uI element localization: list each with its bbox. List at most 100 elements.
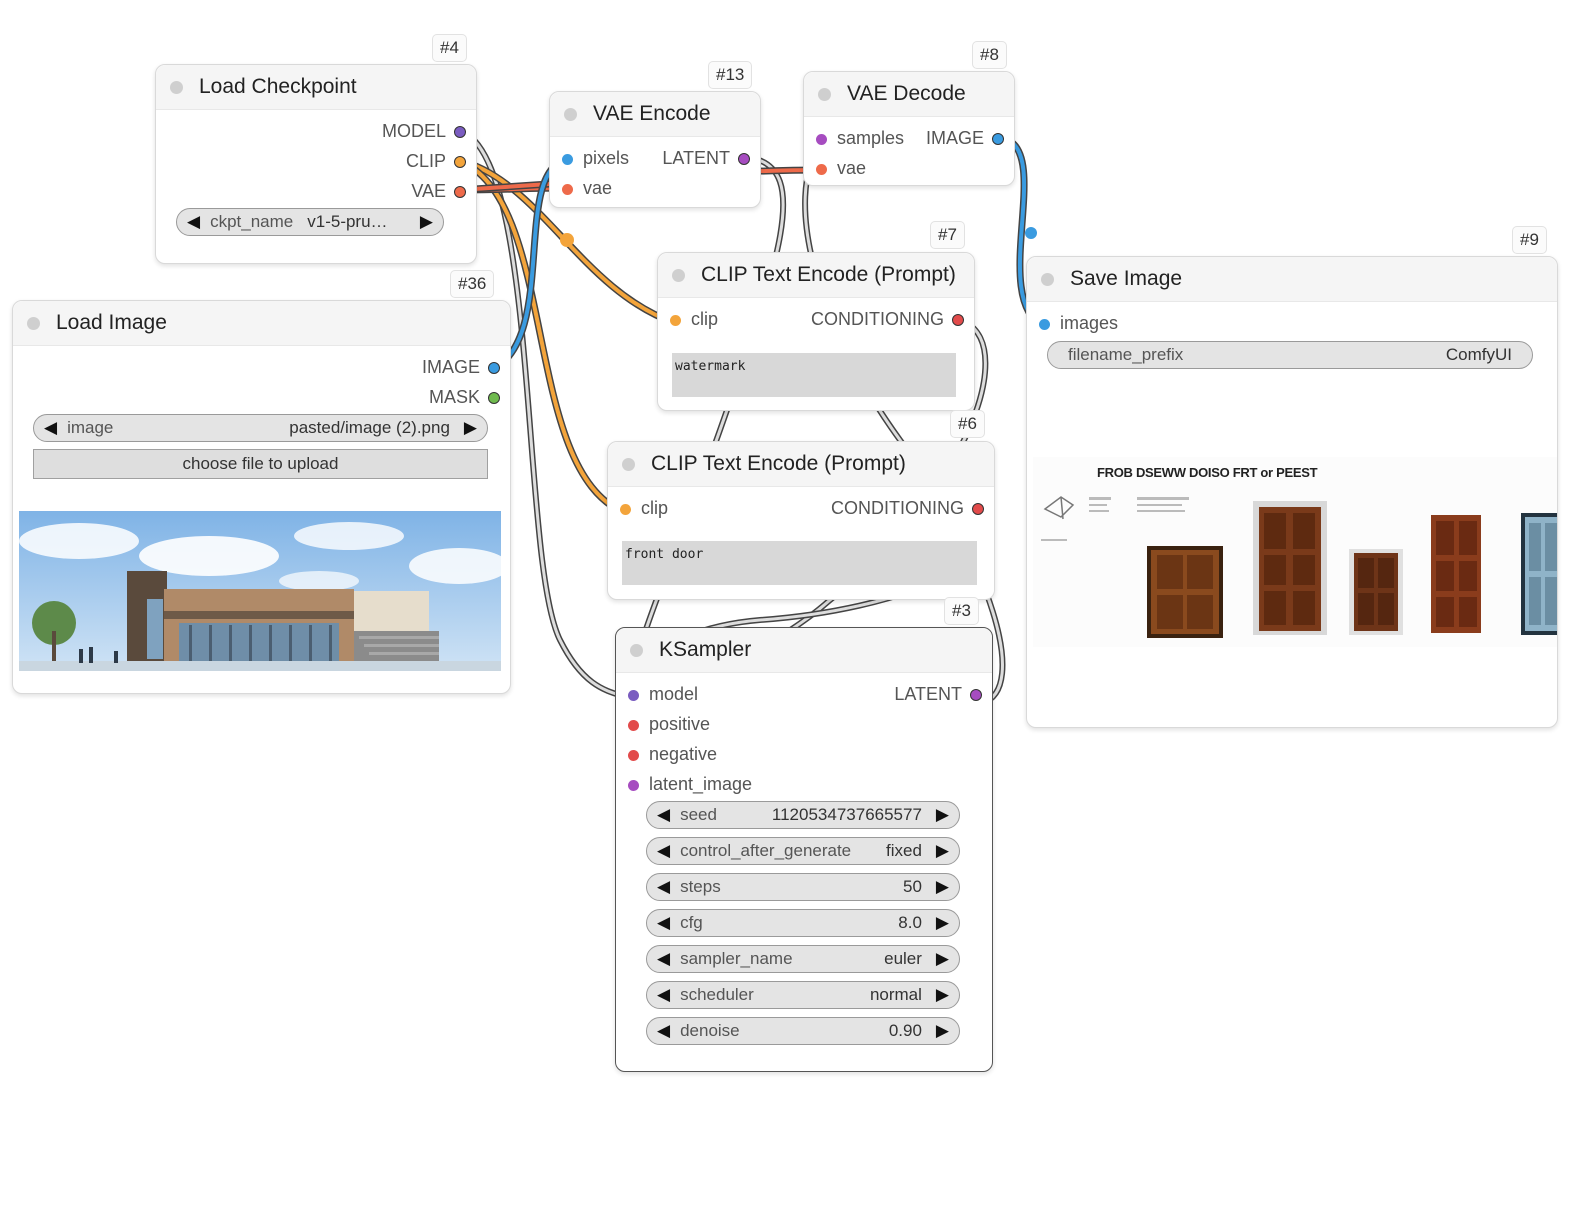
input-slot-vae[interactable]: vae — [562, 178, 612, 199]
slot-dot-icon[interactable] — [970, 689, 982, 702]
slot-dot-icon[interactable] — [454, 126, 466, 139]
sampler-name-widget[interactable]: ◀ sampler_name euler ▶ — [646, 945, 960, 973]
input-slot-samples[interactable]: samples — [816, 128, 904, 149]
collapse-dot-icon[interactable] — [622, 457, 635, 471]
arrow-right-icon[interactable]: ▶ — [936, 1021, 949, 1041]
load-image-node[interactable]: Load Image IMAGE MASK ◀ image pasted/ima… — [12, 300, 511, 694]
node-id-badge: #7 — [930, 221, 965, 249]
slot-dot-icon[interactable] — [952, 314, 964, 327]
arrow-left-icon[interactable]: ◀ — [657, 949, 670, 969]
collapse-dot-icon[interactable] — [630, 643, 643, 657]
node-title-bar[interactable]: Save Image — [1027, 257, 1557, 302]
seed-widget[interactable]: ◀ seed 1120534737665577 ▶ — [646, 801, 960, 829]
image-combo[interactable]: ◀ image pasted/image (2).png ▶ — [33, 414, 488, 442]
slot-dot-icon[interactable] — [738, 153, 750, 166]
slot-dot-icon[interactable] — [620, 503, 631, 515]
slot-dot-icon[interactable] — [628, 689, 639, 701]
output-slot-mask[interactable]: MASK — [429, 387, 500, 408]
control-after-generate-widget[interactable]: ◀ control_after_generate fixed ▶ — [646, 837, 960, 865]
input-slot-clip[interactable]: clip — [670, 309, 718, 330]
arrow-right-icon[interactable]: ▶ — [420, 212, 433, 232]
node-title-bar[interactable]: Load Image — [13, 301, 510, 346]
prompt-text-input[interactable]: front door — [622, 541, 977, 585]
slot-dot-icon[interactable] — [454, 156, 466, 169]
slot-dot-icon[interactable] — [628, 719, 639, 731]
output-slot-conditioning[interactable]: CONDITIONING — [811, 309, 964, 330]
arrow-left-icon[interactable]: ◀ — [657, 805, 670, 825]
input-slot-pixels[interactable]: pixels — [562, 148, 629, 169]
arrow-right-icon[interactable]: ▶ — [936, 841, 949, 861]
arrow-right-icon[interactable]: ▶ — [936, 985, 949, 1005]
collapse-dot-icon[interactable] — [818, 87, 831, 101]
arrow-left-icon[interactable]: ◀ — [44, 418, 57, 438]
input-slot-latent-image[interactable]: latent_image — [628, 774, 752, 795]
output-slot-vae[interactable]: VAE — [411, 181, 466, 202]
arrow-left-icon[interactable]: ◀ — [657, 1021, 670, 1041]
ksampler-node[interactable]: KSampler model positive negative latent_… — [615, 627, 993, 1072]
arrow-right-icon[interactable]: ▶ — [936, 913, 949, 933]
denoise-widget[interactable]: ◀ denoise 0.90 ▶ — [646, 1017, 960, 1045]
vae-encode-node[interactable]: VAE Encode pixels vae LATENT — [549, 91, 761, 208]
input-slot-positive[interactable]: positive — [628, 714, 710, 735]
arrow-left-icon[interactable]: ◀ — [657, 841, 670, 861]
output-slot-conditioning[interactable]: CONDITIONING — [831, 498, 984, 519]
slot-dot-icon[interactable] — [454, 186, 466, 199]
steps-widget[interactable]: ◀ steps 50 ▶ — [646, 873, 960, 901]
collapse-dot-icon[interactable] — [672, 268, 685, 282]
output-image-preview[interactable]: FROB DSEWW DOISO FRT or PEEST — [1033, 457, 1557, 647]
ckpt-name-combo[interactable]: ◀ ckpt_name v1-5-pru… ▶ — [176, 208, 444, 236]
clip-text-encode-positive-node[interactable]: CLIP Text Encode (Prompt) clip CONDITION… — [607, 441, 995, 600]
arrow-left-icon[interactable]: ◀ — [187, 212, 200, 232]
node-title-bar[interactable]: Load Checkpoint — [156, 65, 476, 110]
input-slot-negative[interactable]: negative — [628, 744, 717, 765]
vae-decode-node[interactable]: VAE Decode samples vae IMAGE — [803, 71, 1015, 186]
arrow-left-icon[interactable]: ◀ — [657, 877, 670, 897]
arrow-right-icon[interactable]: ▶ — [464, 418, 477, 438]
output-slot-latent[interactable]: LATENT — [894, 684, 982, 705]
input-slot-clip[interactable]: clip — [620, 498, 668, 519]
output-slot-latent[interactable]: LATENT — [662, 148, 750, 169]
collapse-dot-icon[interactable] — [27, 316, 40, 330]
slot-dot-icon[interactable] — [562, 153, 573, 165]
slot-dot-icon[interactable] — [972, 503, 984, 516]
upload-button[interactable]: choose file to upload — [33, 449, 488, 479]
output-slot-image[interactable]: IMAGE — [926, 128, 1004, 149]
load-checkpoint-node[interactable]: Load Checkpoint MODEL CLIP VAE ◀ ckpt_na… — [155, 64, 477, 264]
scheduler-widget[interactable]: ◀ scheduler normal ▶ — [646, 981, 960, 1009]
collapse-dot-icon[interactable] — [564, 107, 577, 121]
save-image-node[interactable]: Save Image images filename_prefix ComfyU… — [1026, 256, 1558, 728]
clip-text-encode-negative-node[interactable]: CLIP Text Encode (Prompt) clip CONDITION… — [657, 252, 975, 411]
arrow-left-icon[interactable]: ◀ — [657, 913, 670, 933]
slot-dot-icon[interactable] — [670, 314, 681, 326]
slot-dot-icon[interactable] — [816, 163, 827, 175]
slot-dot-icon[interactable] — [628, 749, 639, 761]
node-title-bar[interactable]: CLIP Text Encode (Prompt) — [658, 253, 974, 298]
node-title-bar[interactable]: KSampler — [616, 628, 992, 673]
arrow-right-icon[interactable]: ▶ — [936, 949, 949, 969]
output-slot-image[interactable]: IMAGE — [422, 357, 500, 378]
node-title: Load Image — [56, 311, 167, 334]
slot-dot-icon[interactable] — [1039, 318, 1050, 330]
output-slot-model[interactable]: MODEL — [382, 121, 466, 142]
node-title-bar[interactable]: VAE Encode — [550, 92, 760, 137]
input-slot-vae[interactable]: vae — [816, 158, 866, 179]
arrow-left-icon[interactable]: ◀ — [657, 985, 670, 1005]
slot-dot-icon[interactable] — [562, 183, 573, 195]
input-slot-images[interactable]: images — [1039, 313, 1118, 334]
prompt-text-input[interactable]: watermark — [672, 353, 956, 397]
slot-dot-icon[interactable] — [488, 362, 500, 375]
node-title-bar[interactable]: CLIP Text Encode (Prompt) — [608, 442, 994, 487]
slot-dot-icon[interactable] — [992, 133, 1004, 146]
output-slot-clip[interactable]: CLIP — [406, 151, 466, 172]
collapse-dot-icon[interactable] — [1041, 272, 1054, 286]
node-title-bar[interactable]: VAE Decode — [804, 72, 1014, 117]
slot-dot-icon[interactable] — [816, 133, 827, 145]
arrow-right-icon[interactable]: ▶ — [936, 805, 949, 825]
filename-prefix-field[interactable]: filename_prefix ComfyUI — [1047, 341, 1533, 369]
slot-dot-icon[interactable] — [628, 779, 639, 791]
cfg-widget[interactable]: ◀ cfg 8.0 ▶ — [646, 909, 960, 937]
collapse-dot-icon[interactable] — [170, 80, 183, 94]
input-slot-model[interactable]: model — [628, 684, 698, 705]
slot-dot-icon[interactable] — [488, 392, 500, 405]
arrow-right-icon[interactable]: ▶ — [936, 877, 949, 897]
